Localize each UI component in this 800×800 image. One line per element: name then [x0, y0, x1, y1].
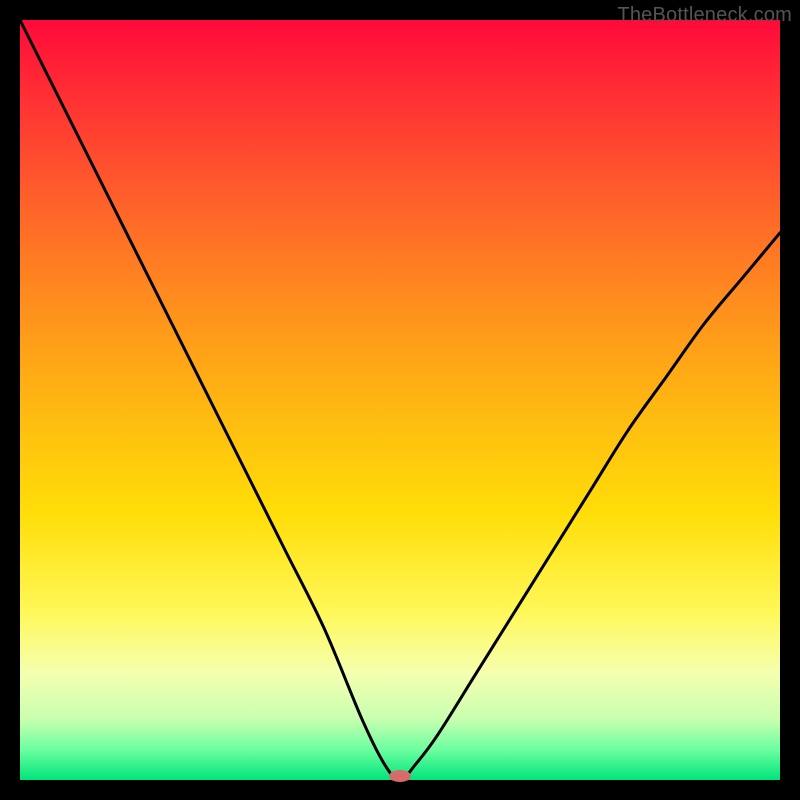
watermark-text: TheBottleneck.com [617, 4, 792, 27]
chart-frame: TheBottleneck.com [0, 0, 800, 800]
plot-area [20, 20, 780, 780]
optimum-marker [389, 770, 411, 782]
bottleneck-curve-svg [20, 20, 780, 780]
bottleneck-curve-path [20, 20, 780, 780]
